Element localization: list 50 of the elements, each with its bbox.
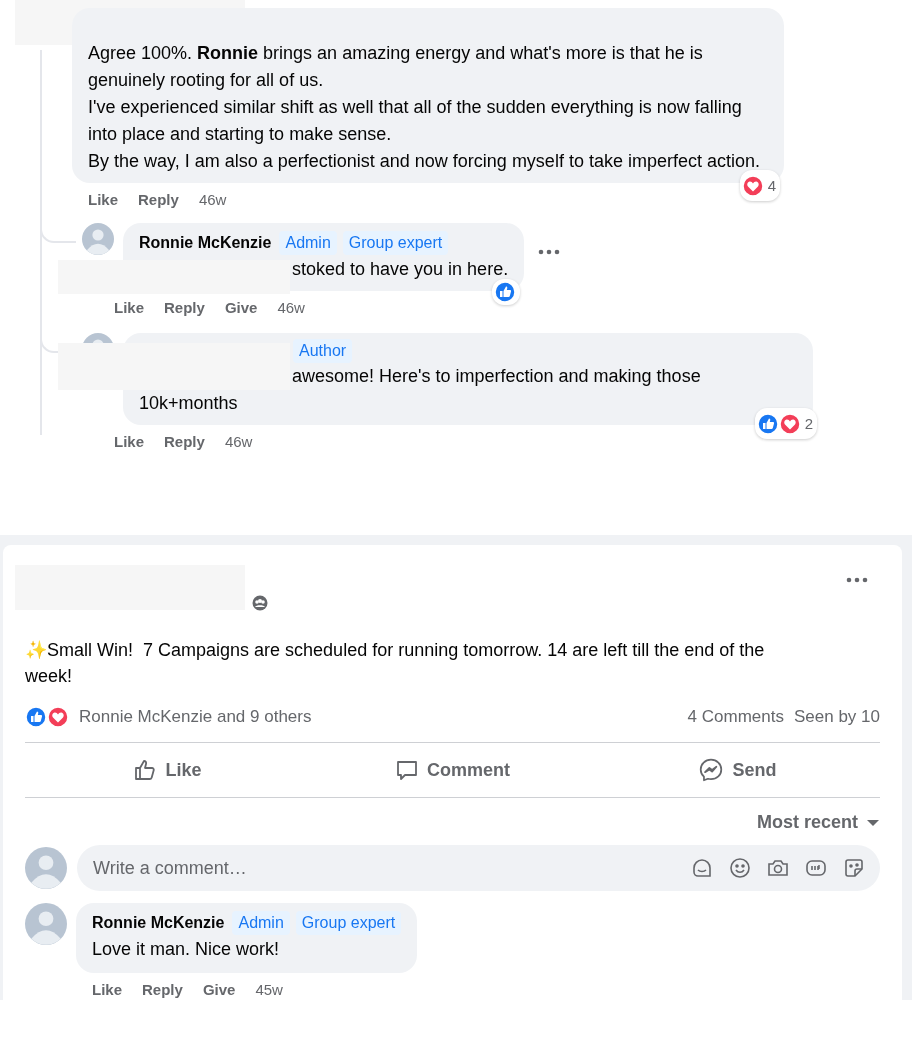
send-button[interactable]: Send (595, 751, 880, 789)
comment-action-link[interactable]: Reply (164, 432, 205, 450)
caret-icon (866, 818, 880, 827)
avatar (82, 223, 114, 255)
role-badge: Author (293, 339, 353, 363)
reacted-by-link[interactable]: Ronnie McKenzie and 9 others (79, 707, 312, 727)
messenger-icon (698, 757, 725, 783)
emoji-icon[interactable] (728, 856, 752, 880)
comment-button[interactable]: Comment (310, 751, 595, 789)
comment-action-link[interactable]: Reply (164, 298, 205, 316)
role-badge: Admin (279, 230, 337, 255)
comment-text: Love it man. Nice work! (92, 938, 281, 961)
more-options-icon[interactable] (538, 249, 561, 255)
sort-dropdown[interactable]: Most recent (756, 812, 880, 833)
comment-action-link[interactable]: Like (114, 298, 144, 316)
avatar (25, 847, 67, 889)
avatar-sticker-icon[interactable] (690, 856, 714, 880)
like-button[interactable]: Like (25, 751, 310, 789)
comment-action-link[interactable]: Like (114, 432, 144, 450)
comment-action-link[interactable]: Give (202, 980, 236, 998)
comment-field[interactable]: Write a comment… (77, 845, 880, 891)
role-badge: Admin (232, 910, 290, 935)
comment-action-link[interactable]: Give (224, 298, 258, 316)
comment-text: awesome! Here's to imperfection and making those 10k+months (139, 365, 702, 415)
role-badge: Group expert (295, 910, 402, 935)
comment-time: 46w (198, 190, 227, 208)
comment-time: 46w (277, 298, 305, 316)
comment-input[interactable]: Write a comment… (91, 856, 676, 880)
comment-time: 46w (224, 432, 253, 450)
post-text: ✨Small Win! 7 Campaigns are scheduled for running tomorrow. 14 are left till the end of the week! (25, 639, 766, 688)
comment-time: 45w (255, 980, 283, 998)
thumbs-up-icon (133, 758, 158, 782)
avatar (25, 903, 67, 945)
comment-action-link[interactable]: Reply (142, 980, 183, 998)
sticker-icon[interactable] (842, 856, 866, 880)
comment-action-link[interactable]: Like (92, 980, 122, 998)
seen-by-link[interactable]: Seen by 10 (794, 707, 880, 727)
reaction-badge[interactable]: 4 (739, 170, 780, 201)
comment-text: Agree 100%. Ronnie brings an amazing energy and what's more is that he is genuinely rooting for all of us. I've experienced similar shift as well that all of the sudden everything is now falling into place and starting to make sense. By the way, I am also a perfectionist and now forcing myself to take imperfect action. (88, 43, 760, 171)
more-options-icon[interactable] (846, 577, 868, 583)
comment-text: stoked to have you in here. (291, 258, 509, 281)
author-name[interactable]: Ronnie McKenzie (92, 909, 225, 936)
comment-action-link[interactable]: Reply (138, 190, 179, 208)
group-icon (252, 595, 268, 611)
comments-count-link[interactable]: 4 Comments (687, 707, 784, 727)
comment-action-link[interactable]: Like (88, 190, 118, 208)
author-name[interactable]: Ronnie McKenzie (139, 229, 272, 256)
reaction-badge[interactable]: 2 (754, 408, 817, 439)
role-badge: Group expert (342, 230, 449, 255)
speech-bubble-icon (395, 758, 419, 782)
